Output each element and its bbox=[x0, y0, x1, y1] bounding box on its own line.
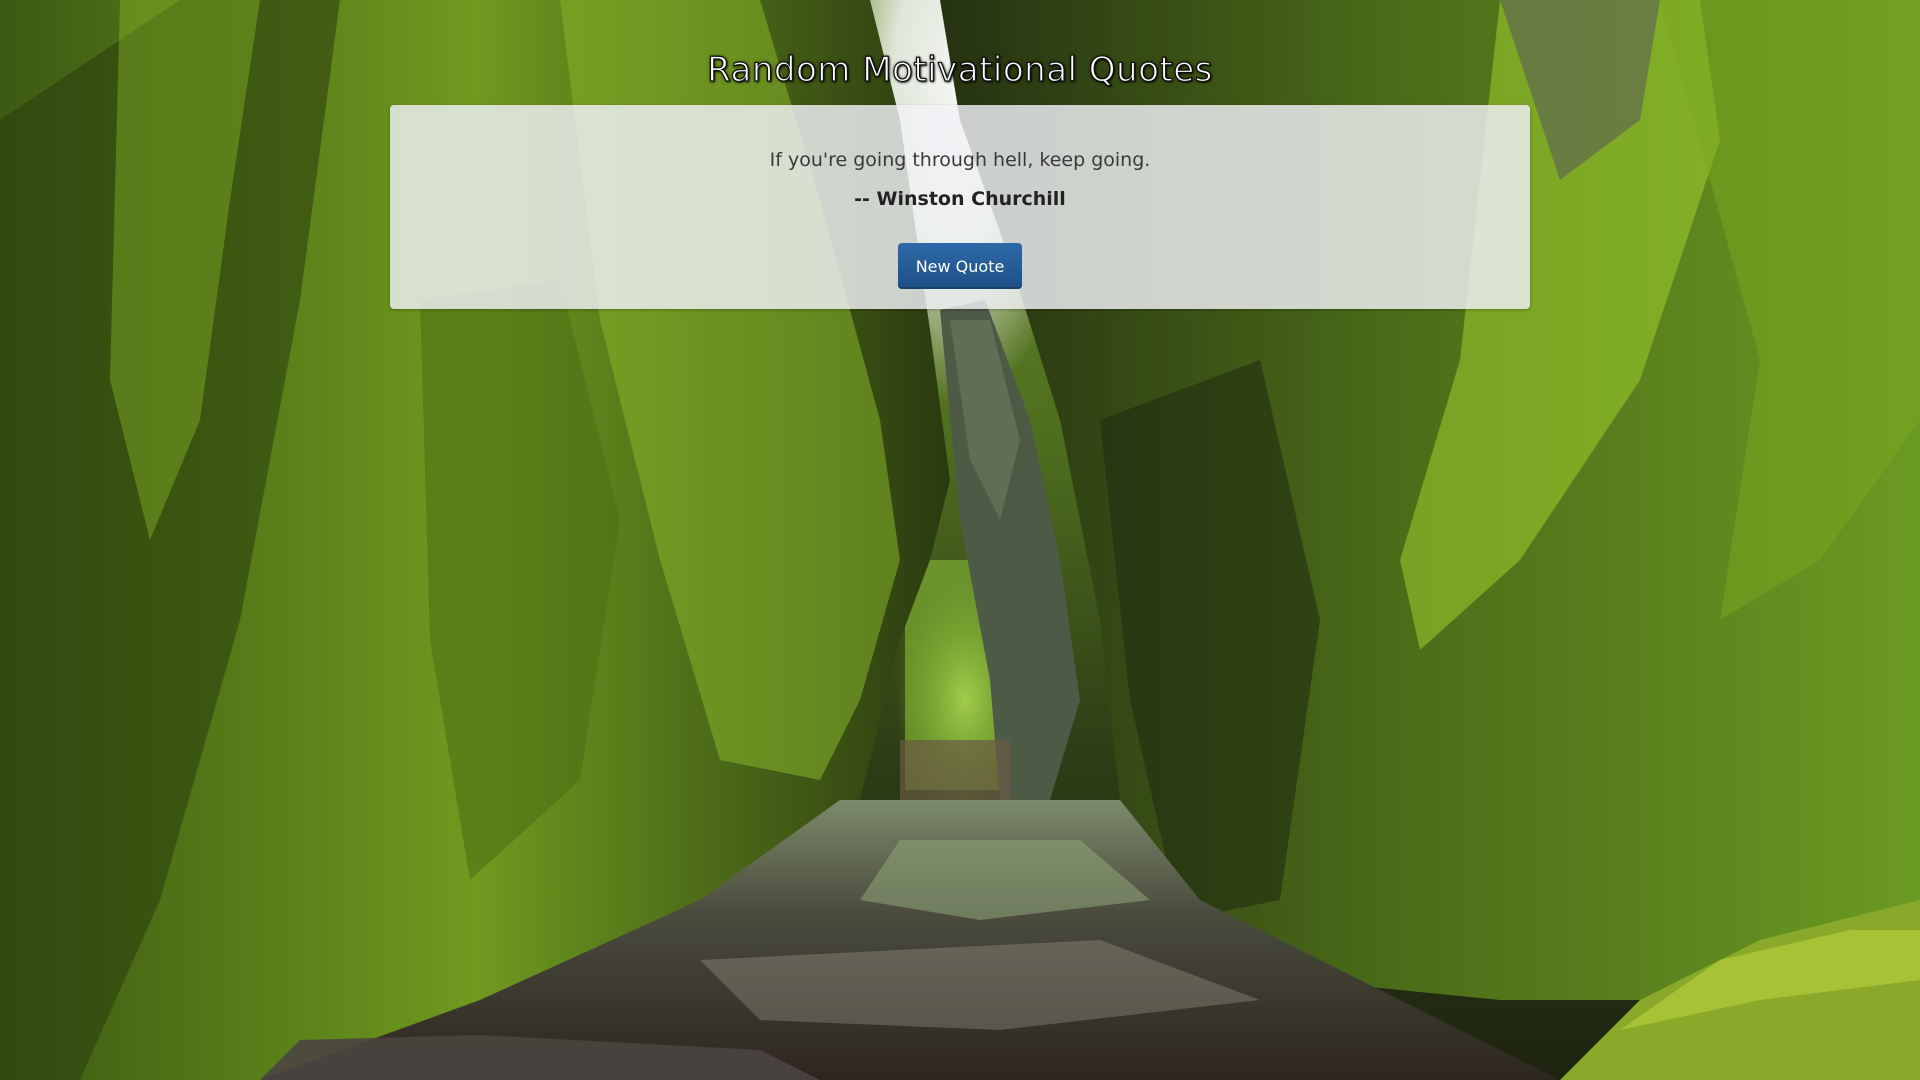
quote-text: If you're going through hell, keep going… bbox=[769, 149, 1151, 171]
quote-author: -- Winston Churchill bbox=[854, 188, 1066, 210]
new-quote-button[interactable]: New Quote bbox=[898, 243, 1022, 289]
quote-card: If you're going through hell, keep going… bbox=[390, 105, 1530, 309]
page-title: Random Motivational Quotes bbox=[707, 49, 1213, 90]
